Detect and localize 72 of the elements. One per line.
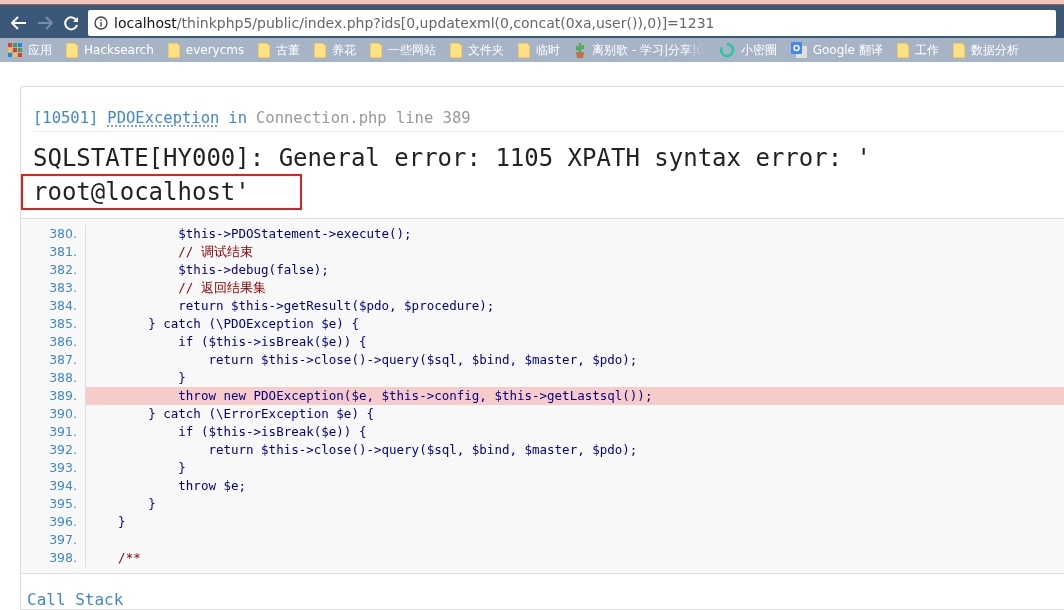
bookmark-item[interactable]: Google 翻译 <box>790 41 883 59</box>
code-line: return $this->getResult($pdo, $procedure); <box>177 297 496 315</box>
folder-icon <box>450 42 463 58</box>
line-number: 395. <box>21 495 86 513</box>
code-line: } <box>177 369 187 387</box>
error-code: [10501] <box>33 109 99 127</box>
line-number: 382. <box>21 261 86 279</box>
back-arrow-icon <box>11 16 27 30</box>
code-line: if ($this->isBreak($e)) { <box>177 423 368 441</box>
bookmark-item[interactable]: 养花 <box>314 41 357 59</box>
bookmark-item[interactable]: 一些网站 <box>370 41 437 59</box>
line-number: 393. <box>21 459 86 477</box>
folder-icon <box>258 42 271 58</box>
bookmark-item[interactable]: everycms <box>167 42 245 58</box>
line-number: 386. <box>21 333 86 351</box>
code-line: throw $e; <box>177 477 248 495</box>
apps-grid-icon <box>8 43 22 57</box>
line-number: 380. <box>21 225 86 243</box>
folder-icon <box>518 42 531 58</box>
code-line: return $this->close()->query($sql, $bind, $master, $pdo); <box>207 441 639 459</box>
bookmark-item[interactable]: 临时 <box>518 41 561 59</box>
marked-message-text: root@localhost' <box>21 174 302 210</box>
line-number: 397. <box>21 531 86 549</box>
cactus-icon <box>574 42 587 58</box>
line-number: 392. <box>21 441 86 459</box>
reload-icon <box>63 15 79 31</box>
bookmark-item[interactable]: 工作 <box>896 41 939 59</box>
address-field[interactable]: localhost/thinkphp5/public/index.php?ids[0,updatexml(0,concat(0xa,user()),0)]=1231 <box>88 10 1056 36</box>
line-number: 383. <box>21 279 86 297</box>
file-location: Connection.php line 389 <box>256 109 471 127</box>
line-number: 398. <box>21 549 86 567</box>
line-number: 388. <box>21 369 86 387</box>
code-line: if ($this->isBreak($e)) { <box>177 333 368 351</box>
bookmark-item[interactable]: 文件夹 <box>450 41 505 59</box>
info-icon <box>94 16 108 30</box>
error-message: SQLSTATE[HY000]: General error: 1105 XPATH syntax error: ' <box>33 143 873 174</box>
forward-arrow-icon <box>37 16 53 30</box>
code-line: return $this->close()->query($sql, $bind, $master, $pdo); <box>207 351 639 369</box>
code-line: } <box>177 459 187 477</box>
code-line: } catch (\ErrorException $e) { <box>147 405 375 423</box>
exception-link[interactable]: PDOException <box>107 109 220 127</box>
line-number: 385. <box>21 315 86 333</box>
folder-icon <box>314 42 327 58</box>
line-number: 390. <box>21 405 86 423</box>
ring-icon <box>718 42 735 58</box>
code-line: /** <box>117 549 142 567</box>
translate-icon <box>790 42 807 58</box>
line-number: 394. <box>21 477 86 495</box>
folder-icon <box>896 42 909 58</box>
line-number: 391. <box>21 423 86 441</box>
bookmark-item[interactable]: 应用 <box>8 41 52 59</box>
code-line: } <box>117 513 127 531</box>
folder-icon <box>167 42 180 58</box>
bookmark-item[interactable]: Hacksearch <box>66 42 154 58</box>
bookmark-item[interactable]: 小密圈 <box>718 41 777 59</box>
code-line: // 调试结束 <box>177 243 254 261</box>
code-line: } <box>147 495 157 513</box>
folder-icon <box>370 42 383 58</box>
code-line: $this->debug(false); <box>177 261 330 279</box>
in-label: in <box>228 109 247 127</box>
folder-icon <box>66 42 78 58</box>
code-line: $this->PDOStatement->execute(); <box>177 225 413 243</box>
bookmark-item[interactable]: 古董 <box>258 41 301 59</box>
code-line: } catch (\PDOException $e) { <box>147 315 360 333</box>
code-line: // 返回结果集 <box>177 279 267 297</box>
line-number: 387. <box>21 351 86 369</box>
folder-icon <box>952 42 965 58</box>
line-number: 381. <box>21 243 86 261</box>
call-stack-heading: Call Stack <box>26 589 125 609</box>
bookmark-item[interactable]: 数据分析 <box>952 41 1019 59</box>
line-number: 396. <box>21 513 86 531</box>
line-number: 384. <box>21 297 86 315</box>
